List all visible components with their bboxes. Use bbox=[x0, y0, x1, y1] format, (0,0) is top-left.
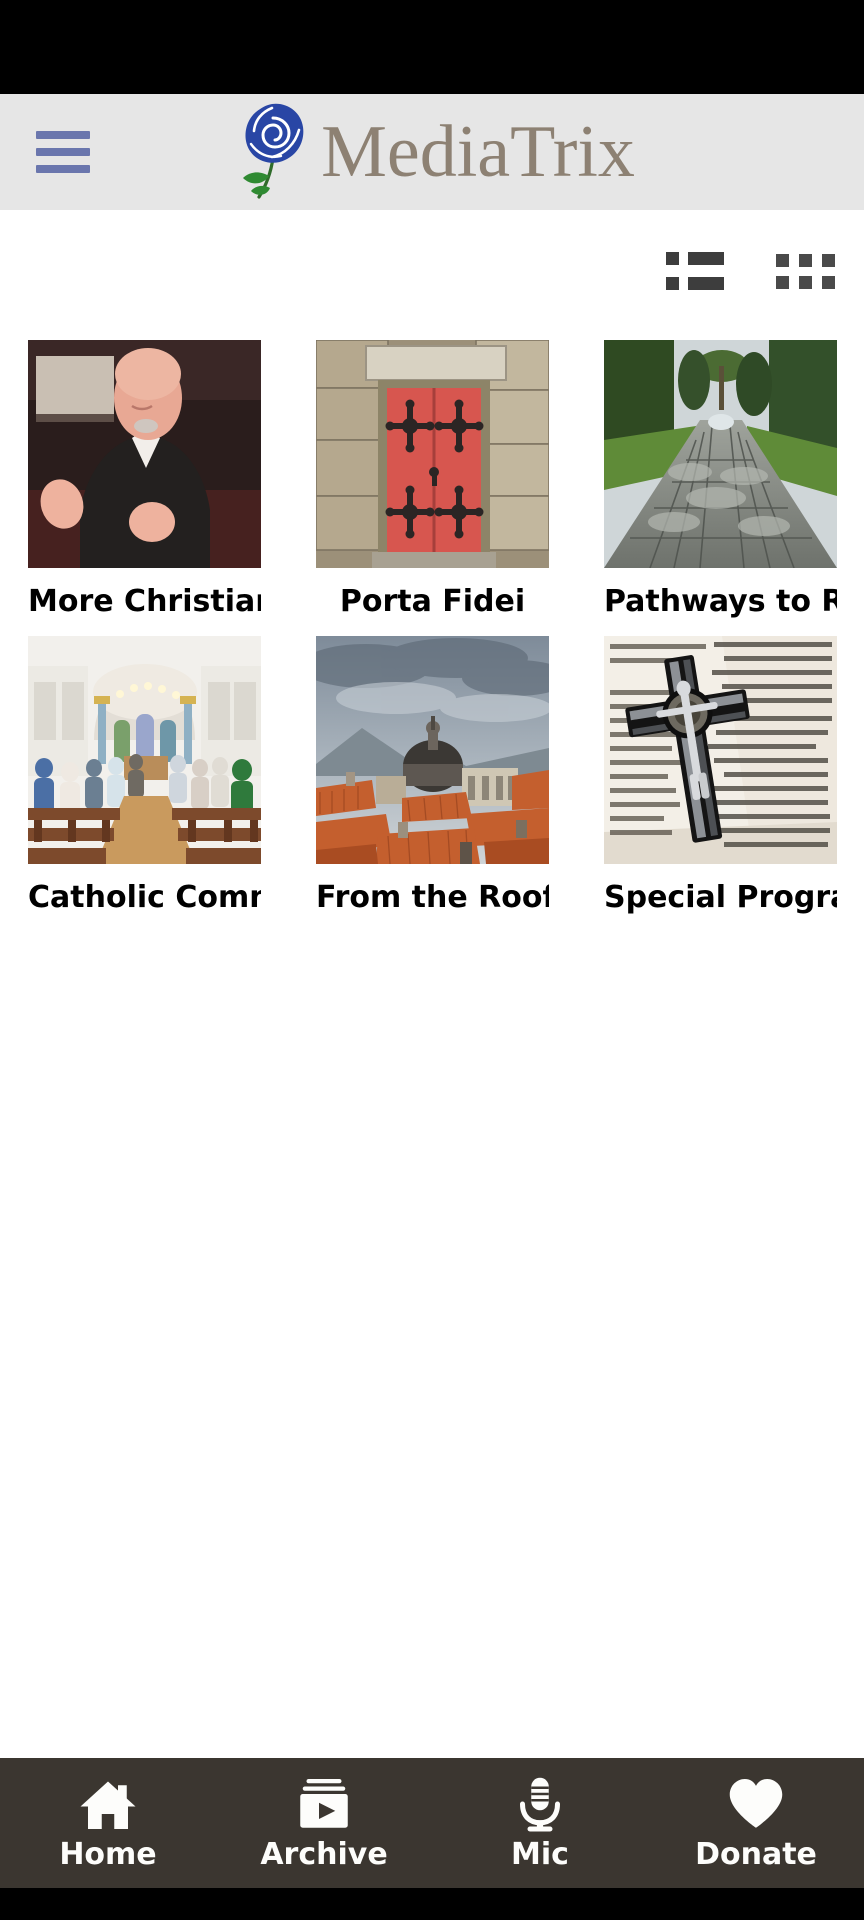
program-card-label: Porta Fidei bbox=[339, 584, 526, 619]
program-card[interactable]: Pathways to Ro... bbox=[604, 340, 837, 636]
hamburger-line bbox=[36, 131, 90, 139]
program-card-label: Pathways to Ro... bbox=[604, 584, 837, 619]
nav-item-mic[interactable]: Mic bbox=[432, 1758, 648, 1888]
blue-rose-logo-icon bbox=[229, 100, 315, 204]
nav-item-home[interactable]: Home bbox=[0, 1758, 216, 1888]
app-root: MediaTrix More Christia Porta Fidei Path… bbox=[0, 0, 864, 1920]
list-bar bbox=[688, 277, 724, 290]
app-header: MediaTrix bbox=[0, 94, 864, 210]
program-card-grid: More Christianity bbox=[28, 340, 838, 932]
hamburger-line bbox=[36, 148, 90, 156]
home-icon bbox=[77, 1774, 139, 1834]
grid-cell bbox=[776, 276, 789, 289]
grid-cell bbox=[799, 276, 812, 289]
heart-icon bbox=[725, 1774, 787, 1834]
program-card-label: Catholic Commu... bbox=[28, 880, 261, 915]
nav-label: Donate bbox=[695, 1837, 817, 1872]
grid-cell bbox=[776, 254, 789, 267]
program-card[interactable]: Catholic Commu... bbox=[28, 636, 261, 932]
red-church-door-photo bbox=[316, 340, 549, 568]
grid-view-icon[interactable] bbox=[776, 254, 835, 296]
page-title: MediaTrix bbox=[321, 111, 635, 193]
program-card[interactable]: Porta Fidei bbox=[316, 340, 549, 636]
list-row bbox=[666, 252, 724, 265]
roman-cobblestone-road-photo bbox=[604, 340, 837, 568]
status-bar bbox=[0, 0, 864, 94]
program-card-label: From the Rooftop bbox=[316, 880, 549, 915]
nav-item-archive[interactable]: Archive bbox=[216, 1758, 432, 1888]
microphone-icon bbox=[509, 1774, 571, 1834]
program-card-label: More Christianity bbox=[28, 584, 261, 619]
brand: MediaTrix bbox=[0, 94, 864, 210]
archive-video-icon bbox=[293, 1774, 355, 1834]
list-bullet bbox=[666, 252, 679, 265]
grid-cell bbox=[799, 254, 812, 267]
crucifix-on-bible-photo bbox=[604, 636, 837, 864]
system-home-indicator-bar bbox=[0, 1888, 864, 1920]
hamburger-line bbox=[36, 165, 90, 173]
program-card[interactable]: More Christianity bbox=[28, 340, 261, 636]
grid-cell bbox=[822, 276, 835, 289]
list-view-icon[interactable] bbox=[666, 252, 724, 298]
program-card[interactable]: From the Rooftop bbox=[316, 636, 549, 932]
priest-speaking-photo bbox=[28, 340, 261, 568]
bottom-navigation-bar: Home Archive Mic Donate bbox=[0, 1758, 864, 1888]
list-bullet bbox=[666, 277, 679, 290]
nav-label: Mic bbox=[511, 1837, 569, 1872]
nav-item-donate[interactable]: Donate bbox=[648, 1758, 864, 1888]
view-toggle-bar bbox=[0, 244, 864, 306]
hamburger-menu-icon[interactable] bbox=[36, 131, 90, 173]
list-row bbox=[666, 277, 724, 290]
list-bar bbox=[688, 252, 724, 265]
terracotta-rooftops-dome-photo bbox=[316, 636, 549, 864]
grid-cell bbox=[822, 254, 835, 267]
program-card-label: Special Programs bbox=[604, 880, 837, 915]
program-card[interactable]: Special Programs bbox=[604, 636, 837, 932]
church-congregation-interior-photo bbox=[28, 636, 261, 864]
nav-label: Home bbox=[59, 1837, 157, 1872]
nav-label: Archive bbox=[260, 1837, 388, 1872]
